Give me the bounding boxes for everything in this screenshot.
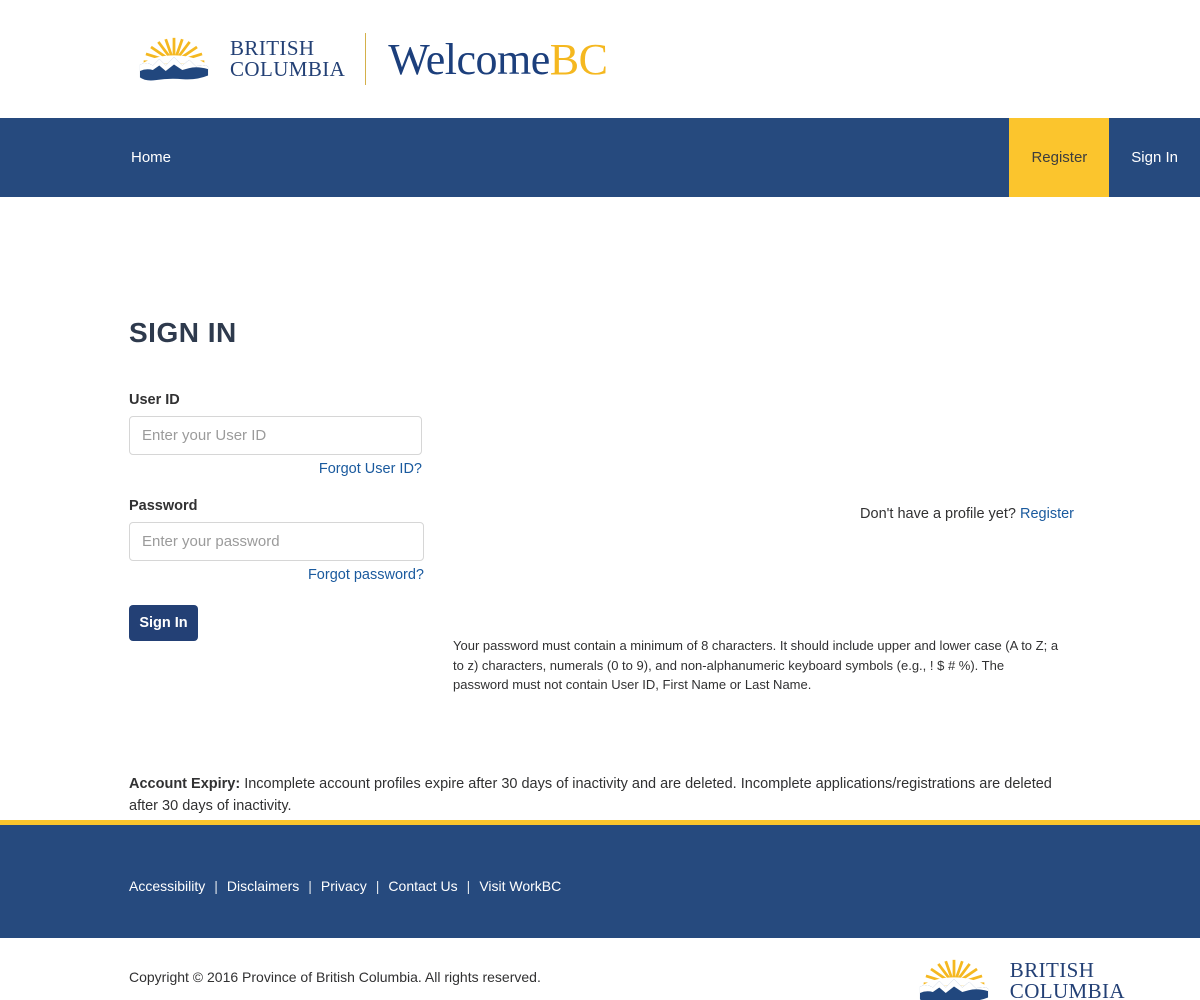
sub-footer: Copyright © 2016 Province of British Col… — [0, 938, 1200, 1000]
welcome-text: Welcome — [388, 34, 550, 84]
footer-links: Accessibility | Disclaimers | Privacy | … — [129, 878, 561, 894]
password-help-text: Your password must contain a minimum of … — [453, 638, 1059, 692]
bc-wordmark: BRITISH COLUMBIA — [230, 35, 346, 81]
brand-lockup[interactable]: BRITISH COLUMBIA WelcomeBC — [128, 31, 608, 87]
password-input[interactable] — [129, 522, 424, 561]
bc-sunburst-mountain-logo — [139, 37, 209, 81]
footer-separator: | — [466, 878, 471, 894]
footer-link-disclaimers[interactable]: Disclaimers — [227, 878, 299, 894]
bc-sunburst-mountain-logo — [919, 959, 988, 1000]
footer-link-accessibility[interactable]: Accessibility — [129, 878, 205, 894]
signin-form: User ID Forgot User ID? Password Forgot … — [129, 392, 1200, 641]
footer-bc-wordmark-line2: COLUMBIA — [1009, 979, 1125, 1000]
footer-link-visit-workbc[interactable]: Visit WorkBC — [479, 878, 561, 894]
site-footer: Accessibility | Disclaimers | Privacy | … — [0, 820, 1200, 938]
user-id-field-group: User ID Forgot User ID? — [129, 392, 1200, 477]
main-content: SIGN IN Don't have a profile yet? Regist… — [0, 197, 1200, 923]
footer-separator: | — [375, 878, 380, 894]
forgot-password-link[interactable]: Forgot password? — [129, 567, 424, 583]
footer-bc-wordmark: BRITISH COLUMBIA — [1009, 957, 1125, 1000]
page-root: BRITISH COLUMBIA WelcomeBC Home Register… — [0, 0, 1200, 1000]
footer-separator: | — [214, 878, 218, 894]
bc-text: BC — [549, 34, 608, 84]
signin-button[interactable]: Sign In — [129, 605, 198, 641]
nav-item-home[interactable]: Home — [131, 149, 171, 166]
site-header: BRITISH COLUMBIA WelcomeBC — [0, 0, 1200, 118]
user-id-label: User ID — [129, 392, 180, 408]
brand-divider — [365, 33, 367, 85]
forgot-user-id-link[interactable]: Forgot User ID? — [129, 461, 422, 477]
password-field-group: Password Forgot password? — [129, 498, 1200, 583]
bc-wordmark-line1: BRITISH — [230, 35, 315, 60]
account-expiry-text: Incomplete account profiles expire after… — [129, 776, 1052, 814]
main-navigation: Home Register Sign In — [0, 118, 1200, 197]
nav-right-group: Register Sign In — [1009, 118, 1200, 197]
account-expiry-notice: Account Expiry: Incomplete account profi… — [129, 773, 1064, 817]
footer-bc-wordmark-line1: BRITISH — [1009, 957, 1095, 982]
footer-separator: | — [308, 878, 312, 894]
nav-left-group: Home — [0, 118, 1009, 197]
page-title: SIGN IN — [129, 317, 237, 348]
footer-brand-lockup[interactable]: BRITISH COLUMBIA — [908, 953, 1125, 1000]
footer-link-privacy[interactable]: Privacy — [321, 878, 367, 894]
bc-wordmark-line2: COLUMBIA — [230, 57, 346, 81]
user-id-input[interactable] — [129, 416, 422, 455]
copyright-text: Copyright © 2016 Province of British Col… — [129, 969, 541, 985]
account-expiry-label: Account Expiry: — [129, 776, 241, 792]
footer-link-contact-us[interactable]: Contact Us — [388, 878, 457, 894]
nav-tab-register[interactable]: Register — [1009, 118, 1110, 197]
password-label: Password — [129, 498, 198, 514]
nav-tab-signin[interactable]: Sign In — [1109, 118, 1200, 197]
welcomebc-wordmark: WelcomeBC — [388, 34, 608, 85]
